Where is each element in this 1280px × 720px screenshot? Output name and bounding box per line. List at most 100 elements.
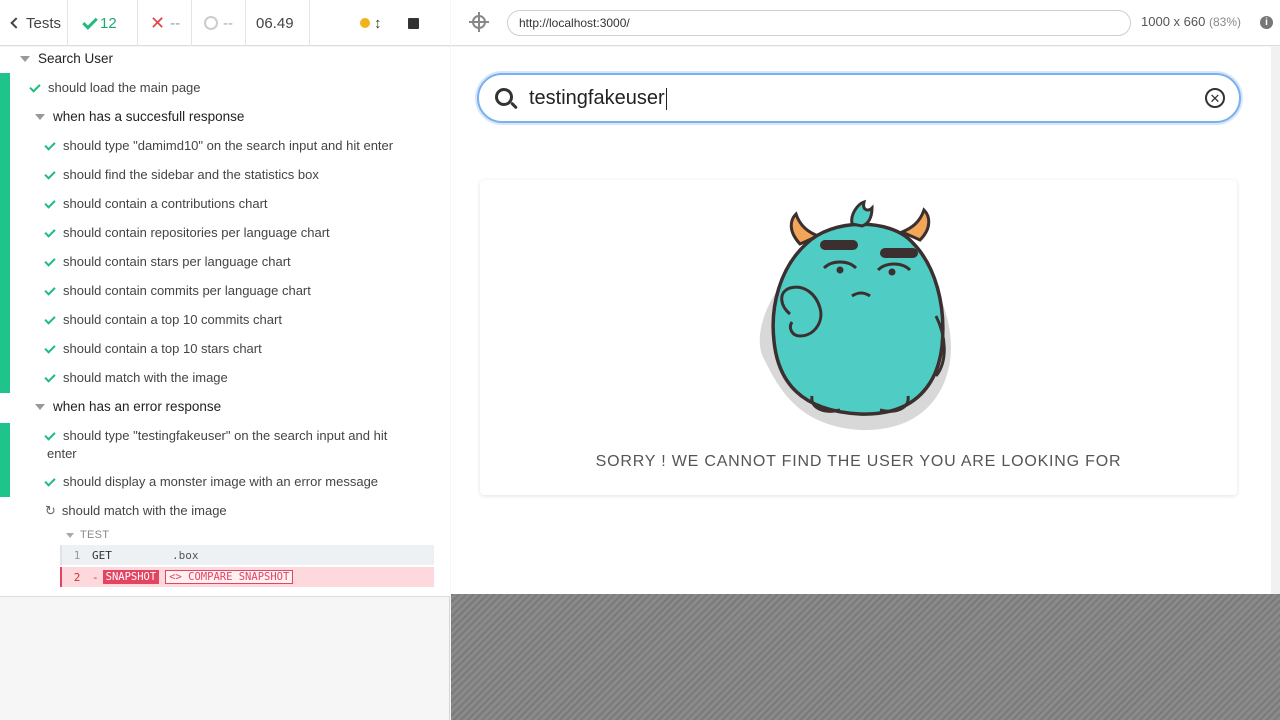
check-icon — [44, 474, 56, 487]
test-title: should match with the image — [61, 503, 227, 518]
test-title: should type "damimd10" on the search inp… — [63, 138, 394, 153]
refresh-icon: ↻ — [45, 503, 56, 518]
app-under-test: http://localhost:3000/ 1000 x 660 (83%) … — [451, 0, 1280, 720]
app-iframe: testingfakeuser ✕ SORRY ! WE CANNOT FIND… — [451, 47, 1280, 594]
check-icon — [44, 370, 56, 383]
test-item[interactable]: should contain a contributions chart — [44, 195, 268, 213]
pass-indicator-bar — [0, 73, 10, 393]
test-item[interactable]: should find the sidebar and the statisti… — [44, 166, 319, 184]
duration: 06.49 — [246, 0, 310, 46]
test-reporter: Tests 12 ✕ -- -- 06.49 ↕ Search User sho… — [0, 0, 450, 720]
back-label: Tests — [26, 14, 62, 32]
command-row-snapshot[interactable]: 2 - SNAPSHOT <> COMPARE SNAPSHOT — [60, 567, 434, 587]
test-title: should match with the image — [63, 370, 228, 385]
check-icon — [44, 167, 56, 180]
pass-indicator-bar — [0, 423, 10, 497]
failed-number: -- — [170, 14, 181, 32]
test-title: should display a monster image with an e… — [63, 474, 379, 489]
check-icon — [82, 13, 98, 30]
failed-count: ✕ -- — [138, 0, 192, 46]
command-row-get[interactable]: 1 GET .box — [60, 545, 434, 565]
running-status-dot-icon — [360, 18, 370, 28]
selector-playground-crosshair-icon[interactable] — [469, 12, 489, 32]
test-title: should contain repositories per language… — [63, 225, 330, 240]
test-title: should contain commits per language char… — [63, 283, 311, 298]
search-input-value: testingfakeuser — [529, 87, 667, 110]
test-title: should contain a top 10 stars chart — [63, 341, 262, 356]
search-value-text: testingfakeuser — [529, 87, 665, 109]
test-item[interactable]: should contain a top 10 commits chart — [44, 311, 282, 329]
collapse-triangle-icon — [35, 114, 45, 121]
collapse-triangle-icon — [66, 532, 74, 538]
monster-icon — [759, 199, 951, 431]
test-item[interactable]: should type "damimd10" on the search inp… — [44, 137, 394, 155]
clear-search-icon[interactable]: ✕ — [1205, 88, 1225, 108]
command-number: 2 — [73, 570, 81, 584]
suite-title: Search User — [38, 51, 114, 66]
x-icon: ✕ — [150, 13, 166, 33]
test-item[interactable]: should match with the image — [44, 369, 228, 387]
chevron-left-icon — [10, 17, 22, 29]
passed-number: 12 — [100, 14, 117, 32]
check-icon — [44, 283, 56, 296]
aut-header: http://localhost:3000/ 1000 x 660 (83%) … — [451, 0, 1280, 46]
compare-snapshot-button[interactable]: <> COMPARE SNAPSHOT — [165, 570, 294, 584]
autoscroll-toggle-icon[interactable]: ↕ — [374, 15, 382, 32]
test-item[interactable]: should type "testingfakeuser" on the sea… — [44, 427, 417, 463]
check-icon — [44, 225, 56, 238]
viewport-size: 1000 x 660 (83%) — [1141, 14, 1241, 29]
info-icon[interactable]: i — [1260, 16, 1273, 29]
suite-search-user[interactable]: Search User — [20, 50, 113, 68]
command-log-title[interactable]: TEST — [60, 525, 434, 545]
command-log: TEST 1 GET .box 2 - SNAPSHOT <> COMPARE … — [60, 525, 434, 587]
collapse-triangle-icon — [35, 404, 45, 411]
suite-title: when has a succesfull response — [53, 109, 245, 124]
viewport-dimensions: 1000 x 660 — [1141, 14, 1206, 29]
check-icon — [44, 341, 56, 354]
test-item[interactable]: should contain commits per language char… — [44, 282, 311, 300]
pending-count: -- — [192, 0, 246, 46]
suite-error-response[interactable]: when has an error response — [35, 398, 221, 416]
command-selector: .box — [172, 548, 199, 562]
pending-circle-icon — [204, 16, 218, 30]
collapse-triangle-icon — [20, 56, 30, 63]
url-bar[interactable]: http://localhost:3000/ — [507, 10, 1131, 36]
test-title: should contain a contributions chart — [63, 196, 268, 211]
error-box: SORRY ! WE CANNOT FIND THE USER YOU ARE … — [480, 180, 1237, 495]
snapshot-badge: SNAPSHOT — [102, 570, 160, 584]
check-icon — [44, 196, 56, 209]
check-icon — [29, 80, 41, 93]
back-to-tests-button[interactable]: Tests — [0, 0, 68, 46]
error-message: SORRY ! WE CANNOT FIND THE USER YOU ARE … — [595, 453, 1122, 470]
test-item-running[interactable]: ↻ should match with the image — [45, 502, 227, 520]
text-caret — [665, 87, 667, 110]
search-input[interactable]: testingfakeuser ✕ — [477, 73, 1241, 123]
check-icon — [44, 254, 56, 267]
test-title: should load the main page — [48, 80, 201, 95]
test-title: should contain a top 10 commits chart — [63, 312, 282, 327]
viewport-outside-area — [451, 594, 1280, 720]
suite-success-response[interactable]: when has a succesfull response — [35, 108, 244, 126]
test-title: should find the sidebar and the statisti… — [63, 167, 319, 182]
test-title: should type "testingfakeuser" on the sea… — [47, 428, 388, 461]
command-number: 1 — [73, 548, 81, 562]
test-item[interactable]: should contain a top 10 stars chart — [44, 340, 262, 358]
app-scrollbar[interactable] — [1271, 47, 1280, 594]
run-controls: ↕ — [310, 0, 450, 46]
passed-count: 12 — [68, 0, 138, 46]
pending-number: -- — [223, 14, 233, 32]
check-icon — [44, 138, 56, 151]
test-item[interactable]: should contain stars per language chart — [44, 253, 291, 271]
test-item[interactable]: should contain repositories per language… — [44, 224, 330, 242]
stop-button[interactable] — [407, 17, 419, 29]
test-load-main-page[interactable]: should load the main page — [29, 79, 201, 97]
test-tree: Search User should load the main page wh… — [0, 47, 450, 597]
command-log-title-text: TEST — [80, 529, 110, 541]
search-icon — [495, 88, 513, 106]
check-icon — [44, 428, 56, 441]
test-item[interactable]: should display a monster image with an e… — [44, 473, 379, 491]
check-icon — [44, 312, 56, 325]
command-dash: - — [92, 570, 99, 584]
suite-title: when has an error response — [53, 399, 222, 414]
test-title: should contain stars per language chart — [63, 254, 291, 269]
